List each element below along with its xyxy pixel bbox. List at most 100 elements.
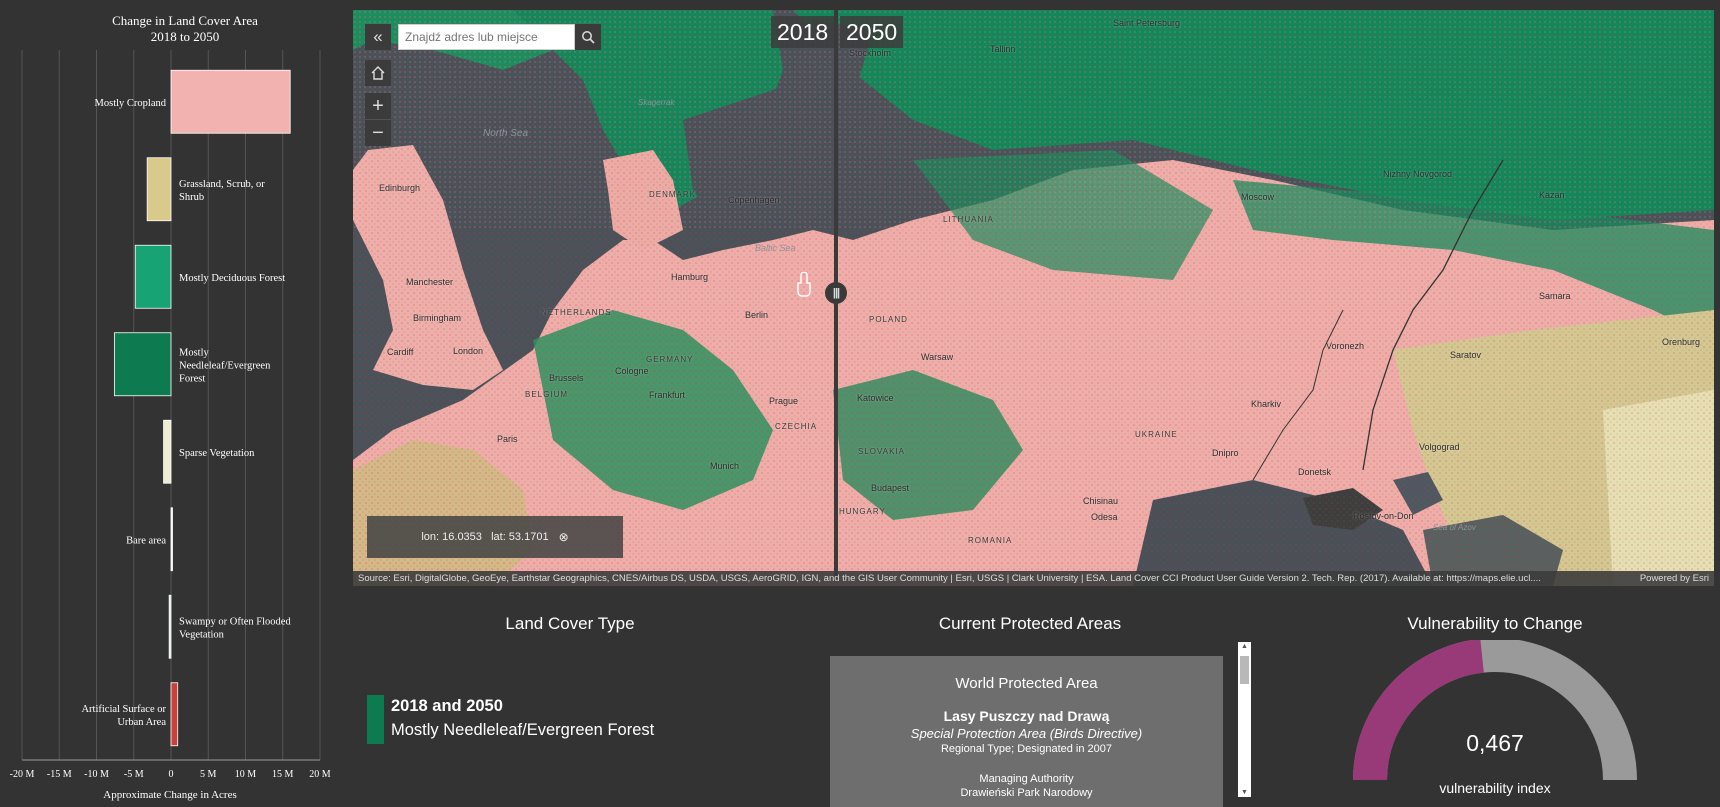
chart-category-label: Grassland, Scrub, or bbox=[179, 179, 265, 190]
chart-bars bbox=[113, 69, 291, 747]
map-label-dnipro: Dnipro bbox=[1212, 448, 1239, 458]
cursor-hand-icon bbox=[797, 272, 811, 297]
chart-bar[interactable] bbox=[170, 69, 291, 134]
powered-by-esri[interactable]: Powered by Esri bbox=[1640, 573, 1709, 584]
chart-subtitle: 2018 to 2050 bbox=[151, 29, 220, 44]
map-label-hungary: HUNGARY bbox=[839, 507, 886, 516]
zoom-out-button[interactable]: − bbox=[365, 120, 391, 146]
land-cover-type-title: Land Cover Type bbox=[505, 614, 635, 633]
protected-area-name: Lasy Puszczy nad Drawą bbox=[943, 708, 1110, 724]
vulnerability-value: 0,467 bbox=[1466, 730, 1524, 756]
chart-x-ticks: -20 M -15 M -10 M -5 M 0 5 M 10 M 15 M 20 M bbox=[10, 769, 331, 780]
map-label-belgium: BELGIUM bbox=[525, 390, 569, 399]
map-label-tallinn: Tallinn bbox=[990, 44, 1016, 54]
map-label-slovakia: SLOVAKIA bbox=[858, 447, 905, 456]
chart-bar[interactable] bbox=[170, 682, 179, 747]
map-label-kazan: Kazan bbox=[1539, 190, 1565, 200]
vulnerability-label: vulnerability index bbox=[1439, 780, 1551, 796]
scroll-up-icon[interactable]: ▲ bbox=[1238, 643, 1251, 650]
map-label-denmark: DENMARK bbox=[649, 190, 697, 199]
map-label-rostov: Rostov-on-Don bbox=[1353, 511, 1414, 521]
map-label-munich: Munich bbox=[710, 461, 740, 471]
chart-category-label: Forest bbox=[179, 373, 205, 384]
chart-bar[interactable] bbox=[170, 507, 173, 572]
chart-x-tick-label: -5 M bbox=[124, 769, 144, 780]
year-left-label: 2018 bbox=[771, 16, 835, 48]
managing-authority-label: Managing Authority bbox=[979, 773, 1074, 785]
chart-bar[interactable] bbox=[113, 332, 172, 397]
map-label-birmingham: Birmingham bbox=[413, 313, 462, 323]
map-label-germany: GERMANY bbox=[646, 355, 694, 364]
grip-icon: ||| bbox=[832, 287, 840, 299]
map-label-orenburg: Orenburg bbox=[1662, 337, 1701, 347]
coordinate-text: lon: 16.0353 lat: 53.1701 bbox=[421, 531, 549, 543]
protected-area-header: World Protected Area bbox=[955, 675, 1098, 692]
map-label-hamburg: Hamburg bbox=[671, 272, 709, 282]
land-cover-change-chart: Change in Land Cover Area 2018 to 2050 M… bbox=[0, 0, 340, 807]
chart-x-tick-label: -15 M bbox=[47, 769, 72, 780]
chart-category-label: Mostly Cropland bbox=[95, 98, 167, 109]
legend-class-name: Mostly Needleleaf/Evergreen Forest bbox=[391, 721, 655, 739]
vulnerability-title: Vulnerability to Change bbox=[1407, 614, 1583, 633]
map-label-edinburgh: Edinburgh bbox=[379, 183, 421, 193]
map-label-nizhny: Nizhny Novgorod bbox=[1383, 169, 1453, 179]
chart-bar[interactable] bbox=[168, 594, 172, 659]
search-button[interactable] bbox=[575, 24, 601, 50]
chart-category-label: Needleleaf/Evergreen bbox=[179, 360, 271, 371]
map-label-odesa: Odesa bbox=[1091, 512, 1118, 522]
protected-area-card: World Protected Area Lasy Puszczy nad Dr… bbox=[830, 656, 1223, 807]
app-root: Change in Land Cover Area 2018 to 2050 M… bbox=[0, 0, 1720, 807]
map-label-voronezh: Voronezh bbox=[1326, 341, 1365, 351]
chart-canvas: Change in Land Cover Area 2018 to 2050 M… bbox=[10, 13, 331, 801]
map-label-romania: ROMANIA bbox=[968, 536, 1013, 545]
attribution-text: Source: Esri, DigitalGlobe, GeoEye, Eart… bbox=[358, 573, 1541, 584]
map-label-st-petersburg: Saint Petersburg bbox=[1113, 18, 1181, 28]
chart-bar[interactable] bbox=[134, 244, 172, 309]
map-label-lithuania: LITHUANIA bbox=[943, 215, 994, 224]
minus-icon: − bbox=[372, 121, 384, 144]
map-label-cardiff: Cardiff bbox=[387, 347, 414, 357]
map-label-frankfurt: Frankfurt bbox=[649, 390, 686, 400]
collapse-button[interactable]: « bbox=[365, 24, 391, 50]
swipe-map[interactable]: North Sea Skagerrak Baltic Sea Sea of Az… bbox=[353, 10, 1714, 586]
map-label-paris: Paris bbox=[497, 434, 518, 444]
home-button[interactable] bbox=[365, 60, 391, 86]
swipe-handle[interactable]: ||| bbox=[825, 282, 847, 304]
chart-x-tick-label: -10 M bbox=[84, 769, 109, 780]
double-chevron-left-icon: « bbox=[373, 27, 383, 46]
zoom-in-button[interactable]: + bbox=[365, 93, 391, 119]
chart-category-label: Artificial Surface or bbox=[81, 704, 166, 715]
map-label-north-sea: North Sea bbox=[483, 128, 529, 139]
chart-category-label: Vegetation bbox=[179, 629, 225, 640]
chart-bar[interactable] bbox=[146, 157, 172, 222]
year-right-label: 2050 bbox=[840, 16, 904, 48]
scroll-down-icon[interactable]: ▼ bbox=[1238, 789, 1251, 796]
map-label-cologne: Cologne bbox=[615, 366, 649, 376]
map-label-ukraine: UKRAINE bbox=[1135, 430, 1178, 439]
chart-x-tick-label: -20 M bbox=[10, 769, 35, 780]
close-circle-icon[interactable]: ⊗ bbox=[559, 530, 569, 544]
map-label-brussels: Brussels bbox=[549, 373, 584, 383]
map-label-chisinau: Chisinau bbox=[1083, 496, 1119, 506]
chart-x-tick-label: 10 M bbox=[235, 769, 257, 780]
chart-title: Change in Land Cover Area bbox=[112, 13, 258, 28]
chart-category-label: Shrub bbox=[179, 192, 204, 203]
managing-authority-value: Drawieński Park Narodowy bbox=[960, 787, 1093, 799]
vulnerability-gauge bbox=[1353, 640, 1637, 781]
map-label-netherlands: NETHERLANDS bbox=[541, 308, 612, 317]
map-label-stockholm: Stockholm bbox=[849, 48, 892, 58]
plus-icon: + bbox=[372, 94, 384, 117]
chart-category-label: Sparse Vegetation bbox=[179, 448, 255, 459]
gauge-fill bbox=[1353, 640, 1485, 781]
search-input[interactable] bbox=[398, 24, 575, 50]
scrollbar-thumb[interactable] bbox=[1240, 656, 1249, 684]
map-label-prague: Prague bbox=[769, 396, 799, 406]
chart-category-label: Swampy or Often Flooded bbox=[179, 616, 291, 627]
protected-area-designation: Special Protection Area (Birds Directive… bbox=[910, 726, 1143, 741]
map-label-budapest: Budapest bbox=[871, 483, 910, 493]
chart-bar[interactable] bbox=[163, 419, 172, 484]
chart-x-tick-label: 0 bbox=[169, 769, 174, 780]
chart-category-label: Mostly bbox=[179, 347, 210, 358]
legend-years: 2018 and 2050 bbox=[391, 697, 503, 715]
protected-areas-scrollbar[interactable]: ▲ ▼ bbox=[1238, 642, 1251, 797]
